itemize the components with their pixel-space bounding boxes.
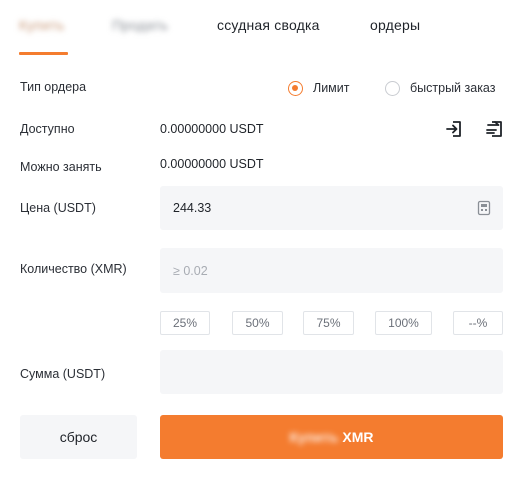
buy-button[interactable]: Купить XMR (160, 415, 503, 459)
price-value[interactable]: 244.33 (173, 201, 211, 215)
available-label: Доступно (20, 122, 75, 136)
radio-limit-label: Лимит (313, 81, 350, 95)
radio-quick-order-label: быстрый заказ (410, 81, 496, 95)
buy-button-asset: XMR (342, 429, 374, 445)
amount-field[interactable] (160, 350, 503, 394)
amount-label: Сумма (USDT) (20, 367, 106, 381)
radio-quick-order[interactable]: быстрый заказ (385, 78, 495, 98)
percent-25-button[interactable]: 25% (160, 311, 210, 335)
calculator-icon[interactable] (475, 199, 493, 217)
reset-button[interactable]: сброс (20, 415, 137, 459)
quantity-field[interactable] (160, 248, 503, 293)
radio-unchecked-icon (385, 80, 400, 96)
buy-button-action: Купить (289, 429, 339, 445)
active-tab-indicator (19, 52, 68, 55)
borrowable-value: 0.00000000 USDT (160, 157, 264, 171)
percent-75-button[interactable]: 75% (303, 311, 354, 335)
radio-limit[interactable]: Лимит (288, 78, 350, 98)
radio-checked-icon (288, 80, 303, 96)
quantity-label: Количество (XMR) (20, 262, 127, 276)
percent-custom-button[interactable]: --% (453, 311, 503, 335)
percent-50-button[interactable]: 50% (232, 311, 283, 335)
price-field[interactable]: 244.33 (160, 186, 503, 230)
price-label: Цена (USDT) (20, 201, 96, 215)
available-value: 0.00000000 USDT (160, 122, 264, 136)
order-tabs: Купить Продать ссудная сводка ордеры (0, 0, 518, 58)
quantity-input[interactable] (173, 263, 423, 278)
borrowable-label: Можно занять (20, 160, 102, 174)
tab-sell[interactable]: Продать (112, 17, 168, 33)
order-type-label: Тип ордера (20, 80, 87, 94)
percent-100-button[interactable]: 100% (375, 311, 432, 335)
tab-buy[interactable]: Купить (19, 17, 64, 33)
transfer-out-icon[interactable] (484, 119, 504, 139)
transfer-in-icon[interactable] (444, 119, 464, 139)
tab-orders[interactable]: ордеры (370, 17, 420, 33)
amount-input[interactable] (173, 365, 423, 379)
tab-loan-summary[interactable]: ссудная сводка (217, 17, 320, 33)
